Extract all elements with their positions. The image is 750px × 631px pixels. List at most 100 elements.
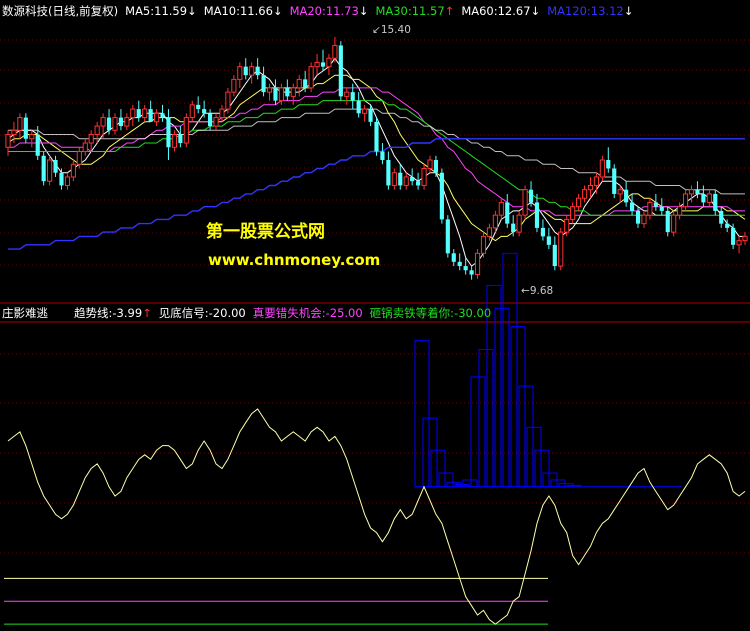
candle-body-up [11, 129, 17, 136]
candle-body-down [53, 160, 58, 173]
candle-body-up [421, 167, 427, 186]
candle-body-up [142, 108, 148, 119]
candle-body-down [303, 79, 308, 88]
candle-body-up [480, 235, 487, 254]
candle-body-down [505, 202, 510, 224]
zhuangying-bar [510, 326, 526, 488]
candle-body-up [492, 214, 498, 229]
candle-body-down [202, 109, 207, 114]
candle-body-down [356, 100, 361, 114]
legend-indicator-1: 见底信号:-20.00 [158, 306, 246, 320]
watermark-url: www.chnmoney.com [208, 251, 381, 269]
arrow-up-icon: ↑ [142, 306, 152, 320]
legend-ma-4: MA60:12.67 [461, 4, 531, 18]
candle-body-up [249, 66, 255, 76]
zhuangying-bar [518, 385, 534, 488]
candle-body-up [641, 214, 647, 225]
candle-body-up [154, 112, 160, 123]
candle-body-down [731, 227, 736, 245]
candle-body-up [593, 176, 599, 186]
candle-body-down [398, 172, 403, 186]
arrow-down-icon: ↓ [272, 4, 283, 18]
candle-body-up [76, 151, 82, 165]
candle-body-down [725, 223, 730, 228]
low-price-value: 9.68 [529, 285, 554, 297]
candle-body-down [457, 261, 462, 267]
high-price-value: 15.40 [380, 24, 411, 36]
candle-body-down [59, 172, 64, 186]
candle-body-down [606, 160, 611, 169]
candle-body-down [178, 134, 183, 144]
candle-body-down [368, 109, 373, 122]
ma-line-ma5 [7, 57, 745, 267]
candle-body-up [225, 91, 231, 110]
candle-body-up [308, 66, 314, 89]
candle-body-up [332, 44, 338, 59]
candle-body-down [410, 176, 415, 182]
candle-body-up [677, 206, 683, 216]
candle-body-down [350, 92, 355, 101]
candle-body-down [160, 113, 165, 118]
candle-body-down [612, 168, 617, 194]
candle-body-down [166, 117, 171, 148]
candle-body-up [88, 134, 94, 144]
candle-body-up [231, 78, 237, 93]
candle-body-down [546, 236, 551, 245]
zhuangying-bar [526, 426, 542, 488]
candle-body-down [445, 219, 450, 254]
main-header: 数源科技(日线,前复权) MA5:11.59↓ MA10:11.66↓ MA20:11… [2, 3, 647, 19]
arrow-left-icon: ↙ [372, 24, 381, 36]
legend-ma-3: MA30:11.57 [375, 4, 445, 18]
candle-body-down [35, 134, 40, 156]
candle-body-down [719, 210, 724, 224]
candle-body-up [278, 87, 284, 102]
candle-body-down [540, 227, 545, 237]
watermark-cn: 第一股票公式网 [206, 222, 325, 242]
candle-body-up [100, 117, 106, 127]
zhuangying-bar [494, 307, 510, 488]
candle-body-up [742, 235, 748, 242]
candle-body-up [671, 214, 677, 233]
candle-body-up [290, 87, 296, 97]
candle-body-down [635, 210, 641, 224]
candle-body-down [380, 151, 385, 160]
candle-body-up [64, 176, 71, 186]
zhuangying-bar [502, 252, 518, 488]
candle-body-down [23, 117, 28, 139]
candle-body-up [219, 108, 225, 119]
zhuangying-bar [470, 376, 486, 488]
arrow-up-icon: ↑ [444, 4, 455, 18]
candle-body-down [701, 193, 706, 203]
legend-ma-5: MA120:13.12 [547, 4, 624, 18]
candle-body-down [243, 66, 248, 76]
candle-body-up [326, 57, 332, 68]
trend-line [7, 408, 746, 625]
sub-header: 庄影难逃 趋势线:-3.99↑ 见底信号:-20.00 真要错失机会:-25.00 砸锅… [2, 305, 505, 321]
candle-body-down [659, 206, 664, 211]
candle-body-down [439, 172, 444, 220]
candle-body-down [451, 253, 456, 262]
candle-body-up [213, 117, 219, 127]
zhuangying-bar [414, 339, 430, 488]
candle-body-down [511, 223, 516, 233]
ma-line-ma10 [7, 74, 746, 242]
candle-body-up [171, 134, 177, 148]
candle-body-up [189, 104, 195, 119]
ma-legend: MA5:11.59↓ MA10:11.66↓ MA20:11.73↓ MA30:11.… [125, 4, 640, 18]
candle-body-down [106, 117, 112, 131]
candle-body-up [94, 125, 100, 136]
candle-body-up [427, 159, 433, 169]
stock-title: 数源科技(日线,前复权) [2, 4, 119, 18]
candle-body-up [706, 193, 712, 203]
candle-body-down [41, 155, 46, 182]
candle-body-up [82, 142, 88, 153]
low-price-label: ←9.68 [521, 285, 553, 297]
candle-body-up [581, 189, 588, 199]
indicator-title: 庄影难逃 [2, 306, 48, 320]
candle-body-up [647, 201, 653, 216]
candle-body-up [5, 134, 11, 148]
candle-body-up [112, 117, 118, 131]
candle-body-down [255, 66, 260, 76]
arrow-down-icon: ↓ [530, 4, 541, 18]
candle-body-up [576, 197, 582, 208]
